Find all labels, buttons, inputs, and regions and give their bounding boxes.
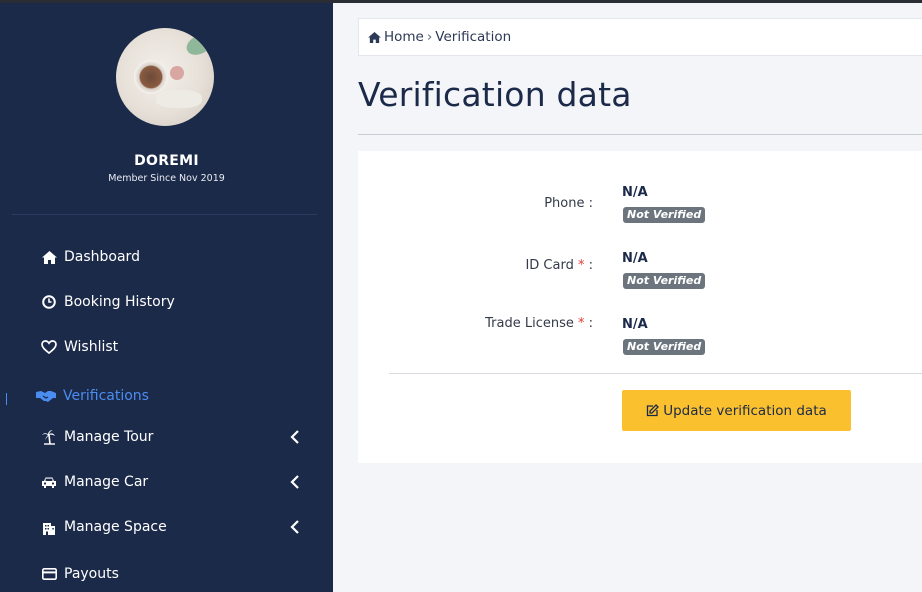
breadcrumb: Home › Verification bbox=[358, 18, 922, 56]
building-icon bbox=[40, 519, 58, 535]
sidebar-item-label: Manage Space bbox=[64, 519, 167, 535]
active-indicator bbox=[6, 393, 7, 405]
clock-icon bbox=[40, 294, 58, 310]
trade-license-label: Trade License * : bbox=[485, 316, 593, 331]
title-divider bbox=[358, 134, 922, 135]
sidebar-item-label: Payouts bbox=[64, 566, 119, 582]
id-card-label: ID Card * : bbox=[525, 258, 593, 273]
chevron-left-icon[interactable] bbox=[290, 430, 300, 444]
sidebar-item-label: Verifications bbox=[63, 388, 149, 404]
verification-card: Phone : N/A Not Verified ID Card * : N/A… bbox=[358, 151, 922, 463]
sidebar-item-booking-history[interactable]: Booking History bbox=[40, 291, 175, 313]
phone-status-badge: Not Verified bbox=[623, 207, 706, 223]
phone-label: Phone : bbox=[544, 196, 593, 211]
breadcrumb-home-link[interactable]: Home bbox=[384, 29, 424, 45]
credit-card-icon bbox=[40, 566, 58, 582]
home-icon[interactable] bbox=[368, 31, 381, 43]
sidebar-item-dashboard[interactable]: Dashboard bbox=[40, 246, 140, 268]
sidebar-item-manage-space[interactable]: Manage Space bbox=[40, 516, 167, 538]
sidebar-item-manage-car[interactable]: Manage Car bbox=[40, 471, 148, 493]
trade-license-status-badge: Not Verified bbox=[623, 339, 706, 355]
sidebar-item-label: Manage Car bbox=[64, 474, 149, 490]
user-name: DOREMI bbox=[134, 153, 199, 169]
sidebar-item-wishlist[interactable]: Wishlist bbox=[40, 336, 118, 358]
card-divider bbox=[389, 373, 922, 374]
sidebar-divider bbox=[12, 214, 317, 215]
trade-license-value: N/A bbox=[622, 317, 648, 332]
sidebar: DOREMI Member Since Nov 2019 Dashboard B… bbox=[0, 3, 333, 592]
sidebar-item-payouts[interactable]: Payouts bbox=[40, 563, 119, 585]
page-title: Verification data bbox=[358, 75, 632, 114]
handshake-icon bbox=[35, 388, 57, 404]
chevron-left-icon[interactable] bbox=[290, 520, 300, 534]
avatar[interactable] bbox=[116, 28, 214, 126]
home-icon bbox=[40, 249, 58, 265]
id-card-status-badge: Not Verified bbox=[623, 273, 706, 289]
member-since: Member Since Nov 2019 bbox=[108, 173, 225, 184]
breadcrumb-separator: › bbox=[426, 29, 433, 45]
edit-icon bbox=[646, 404, 660, 417]
sidebar-item-label: Booking History bbox=[64, 294, 175, 310]
main-content: Home › Verification Verification data Ph… bbox=[333, 3, 922, 592]
sidebar-item-manage-tour[interactable]: Manage Tour bbox=[40, 426, 153, 448]
update-verification-button[interactable]: Update verification data bbox=[622, 390, 851, 431]
chevron-left-icon[interactable] bbox=[290, 475, 300, 489]
car-icon bbox=[40, 474, 58, 490]
update-button-label: Update verification data bbox=[663, 402, 827, 419]
breadcrumb-current: Verification bbox=[435, 29, 512, 45]
sidebar-item-label: Wishlist bbox=[64, 339, 119, 355]
palm-tree-icon bbox=[40, 429, 58, 445]
id-card-value: N/A bbox=[622, 251, 648, 266]
sidebar-item-label: Dashboard bbox=[64, 249, 140, 265]
sidebar-item-label: Manage Tour bbox=[64, 429, 154, 445]
sidebar-item-verifications[interactable]: Verifications bbox=[35, 385, 149, 407]
heart-icon bbox=[40, 339, 58, 355]
phone-value: N/A bbox=[622, 185, 648, 200]
